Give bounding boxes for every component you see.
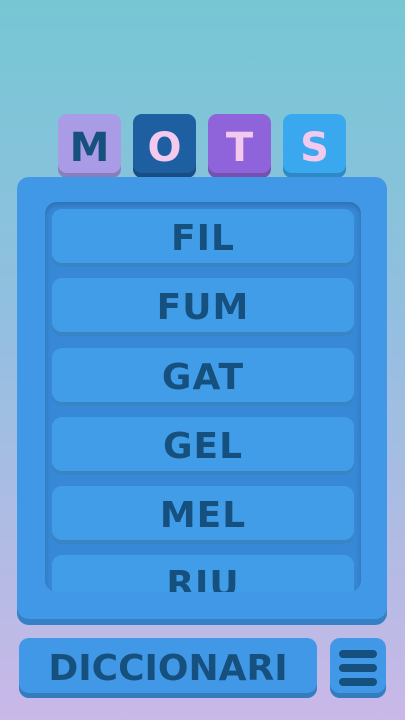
hamburger-icon — [339, 650, 377, 686]
title-tile-s: S — [283, 114, 346, 178]
word-item[interactable]: GAT — [52, 348, 354, 406]
word-item[interactable]: GEL — [52, 417, 354, 475]
word-item[interactable]: RIU — [52, 555, 354, 592]
word-item[interactable]: MEL — [52, 486, 354, 544]
word-list[interactable]: FIL FUM GAT GEL MEL RIU — [45, 202, 361, 592]
title-tile-t: T — [208, 114, 271, 178]
word-list-panel: FIL FUM GAT GEL MEL RIU — [17, 177, 387, 625]
word-item[interactable]: FUM — [52, 278, 354, 336]
game-title: M O T S — [58, 114, 346, 178]
title-tile-m: M — [58, 114, 121, 178]
menu-button[interactable] — [330, 638, 386, 698]
word-item[interactable]: FIL — [52, 209, 354, 267]
title-tile-o: O — [133, 114, 196, 178]
dictionary-button[interactable]: DICCIONARI — [19, 638, 317, 698]
